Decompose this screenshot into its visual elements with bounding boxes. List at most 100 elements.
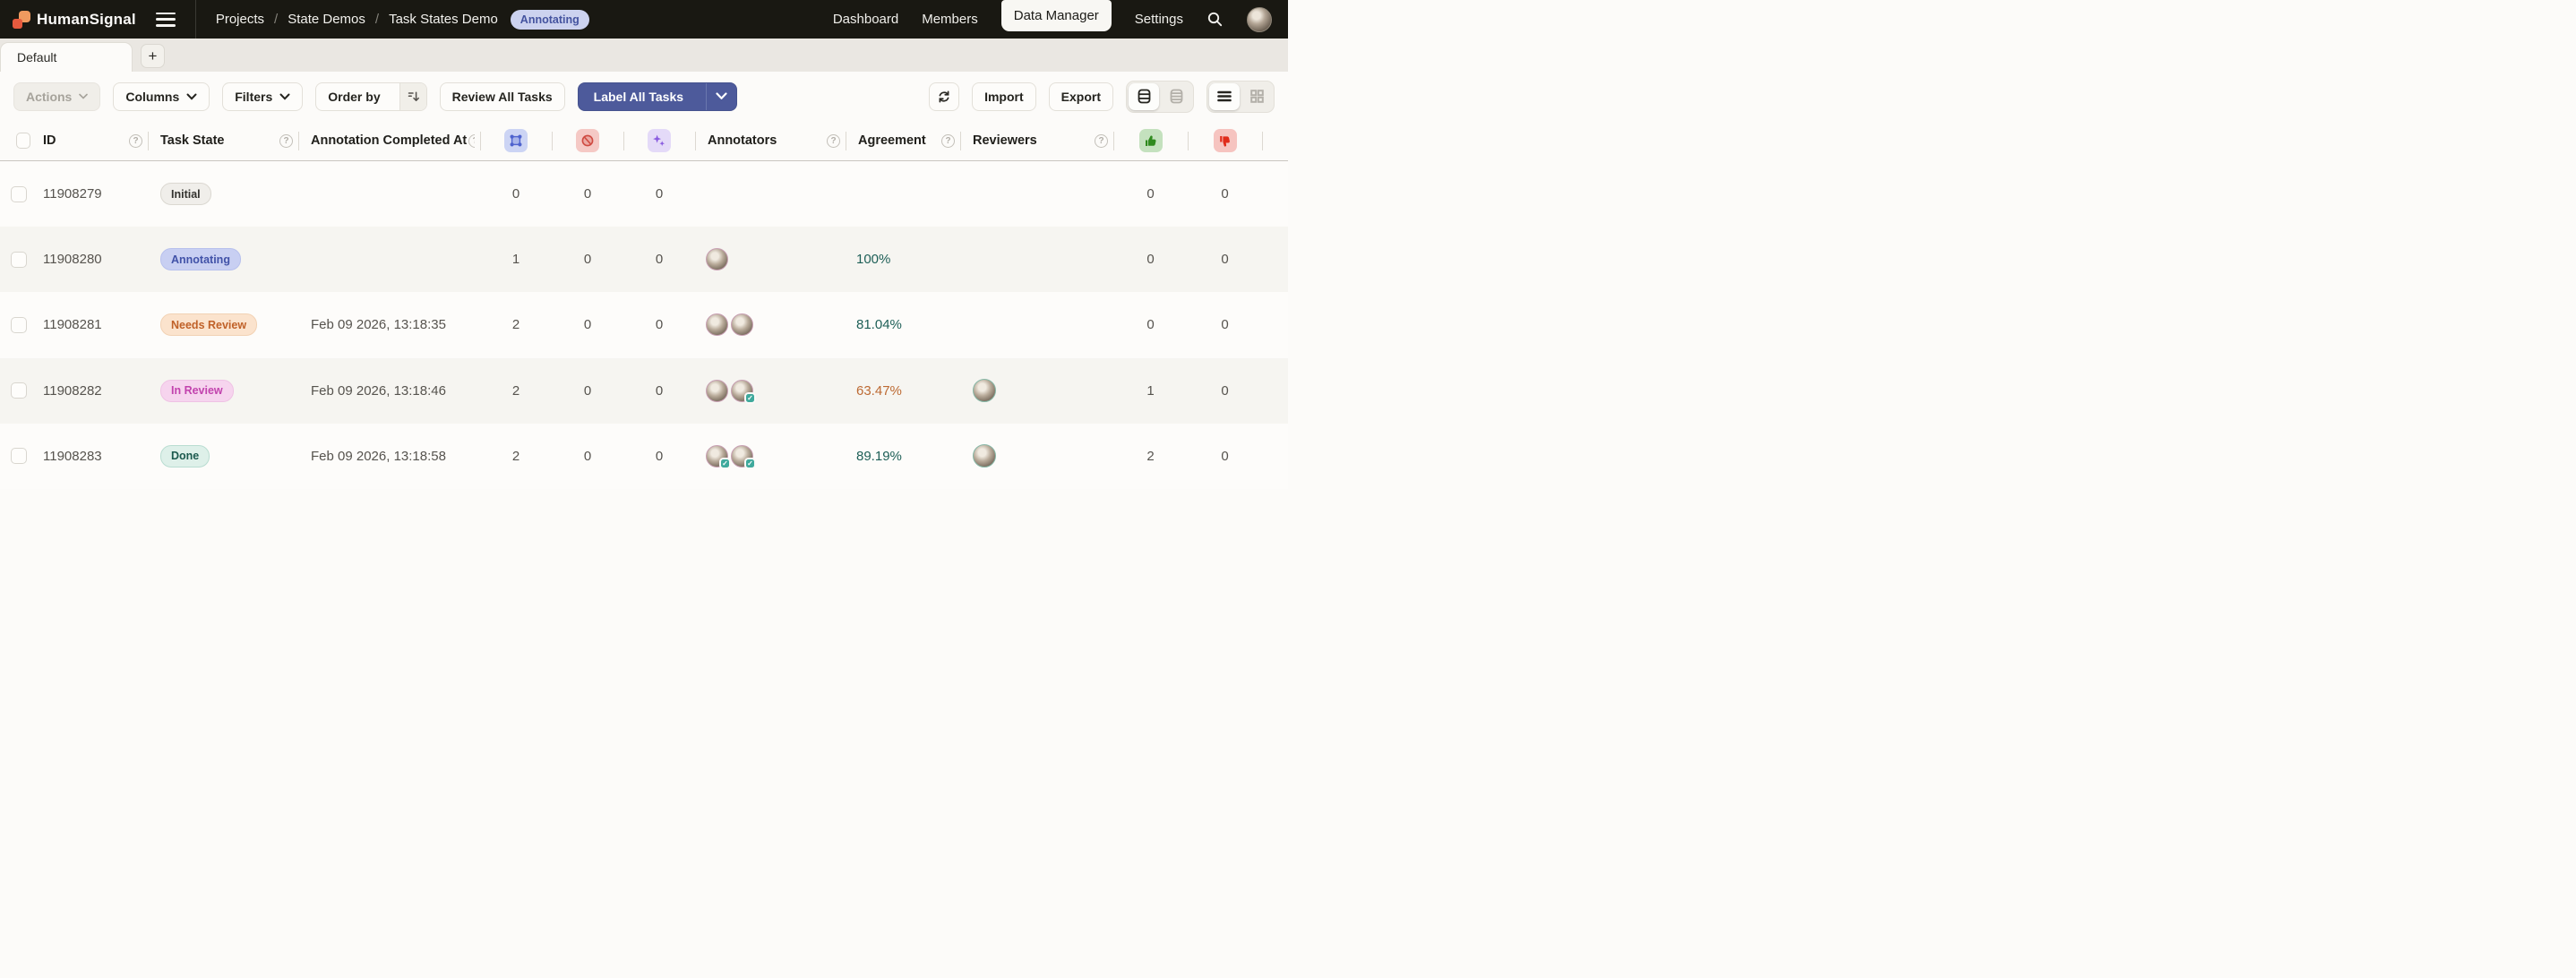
toolbar: Actions Columns Filters Order by Review …	[0, 72, 1288, 121]
annotators-cell	[695, 313, 846, 337]
import-button[interactable]: Import	[972, 82, 1036, 111]
table-row[interactable]: 11908281 Needs Review Feb 09 2026, 13:18…	[0, 292, 1288, 358]
task-id: 11908282	[43, 382, 102, 399]
row-checkbox[interactable]	[11, 251, 27, 268]
col-skipped[interactable]	[552, 121, 623, 160]
row-checkbox[interactable]	[11, 185, 27, 202]
row-checkbox[interactable]	[11, 316, 27, 333]
nav-members[interactable]: Members	[922, 12, 978, 27]
annotations-count: 2	[511, 448, 520, 464]
accepted-count: 2	[1146, 448, 1155, 464]
filters-button[interactable]: Filters	[222, 82, 304, 111]
annotations-count: 1	[511, 252, 520, 268]
row-height-comfort-icon[interactable]	[1129, 82, 1159, 110]
col-reviewers[interactable]: Reviewers?	[960, 121, 1113, 160]
table-row[interactable]: 11908280 Annotating 1 0 0 100% 0 0	[0, 227, 1288, 293]
predictions-count: 0	[655, 252, 664, 268]
annotator-avatar[interactable]	[706, 379, 728, 402]
rejected-count: 0	[1221, 252, 1229, 268]
order-by-label: Order by	[328, 89, 381, 104]
list-view-icon[interactable]	[1209, 82, 1240, 110]
add-tab-button[interactable]: +	[141, 44, 165, 68]
order-by-button[interactable]: Order by	[315, 82, 427, 111]
nav-dashboard[interactable]: Dashboard	[833, 12, 898, 27]
col-predictions[interactable]	[623, 121, 695, 160]
help-icon[interactable]: ?	[279, 133, 293, 148]
sort-icon[interactable]	[399, 82, 426, 110]
view-tab-strip: Default +	[0, 39, 1288, 72]
grid-view-icon[interactable]	[1241, 83, 1272, 110]
annotations-count: 0	[511, 186, 520, 202]
skipped-count: 0	[583, 382, 592, 399]
agreement-value: 63.47%	[856, 382, 902, 399]
col-annotators[interactable]: Annotators?	[695, 121, 846, 160]
label-all-tasks-button[interactable]: Label All Tasks	[577, 82, 738, 111]
help-icon[interactable]: ?	[1095, 133, 1108, 148]
plus-icon: +	[148, 47, 158, 64]
breadcrumb-projects[interactable]: Projects	[216, 12, 264, 27]
row-checkbox[interactable]	[11, 382, 27, 399]
export-button[interactable]: Export	[1048, 82, 1113, 111]
verified-check-icon: ✓	[744, 391, 756, 404]
user-avatar[interactable]	[1247, 6, 1272, 32]
table-row[interactable]: 11908283 Done Feb 09 2026, 13:18:58 2 0 …	[0, 423, 1288, 489]
nav-data-manager[interactable]: Data Manager	[1000, 0, 1112, 31]
refresh-button[interactable]	[929, 82, 960, 111]
col-id[interactable]: ID?	[36, 121, 148, 160]
col-rejected[interactable]	[1188, 121, 1262, 160]
annotators-cell	[695, 248, 846, 271]
bounding-box-icon	[504, 129, 528, 152]
col-completed-at-label: Annotation Completed At	[311, 133, 468, 148]
nav-settings[interactable]: Settings	[1135, 12, 1183, 27]
col-annotations[interactable]	[480, 121, 552, 160]
annotator-avatar[interactable]	[731, 313, 753, 337]
annotations-count: 2	[511, 382, 520, 399]
columns-button[interactable]: Columns	[113, 82, 210, 111]
hamburger-menu-icon[interactable]	[155, 12, 176, 27]
rejected-count: 0	[1221, 448, 1229, 464]
chevron-down-icon	[186, 93, 197, 100]
breadcrumb-separator: /	[374, 12, 380, 27]
annotator-avatar[interactable]: ✓	[731, 379, 756, 404]
col-accepted[interactable]	[1113, 121, 1188, 160]
annotators-cell: ✓ ✓	[695, 444, 846, 469]
actions-button[interactable]: Actions	[13, 82, 101, 111]
annotator-avatar[interactable]	[706, 248, 728, 271]
humansignal-logo[interactable]: HumanSignal	[13, 10, 136, 29]
annotator-avatar[interactable]: ✓	[731, 444, 756, 469]
reviewers-cell	[960, 379, 1113, 403]
row-height-compact-icon[interactable]	[1161, 83, 1191, 110]
tab-default[interactable]: Default	[0, 42, 133, 72]
col-agreement[interactable]: Agreement?	[846, 121, 960, 160]
annotator-avatar[interactable]	[706, 313, 728, 337]
select-all-checkbox[interactable]	[16, 133, 30, 149]
import-label: Import	[984, 89, 1024, 104]
review-all-tasks-button[interactable]: Review All Tasks	[439, 82, 565, 111]
header-divider	[194, 0, 196, 39]
agreement-value: 100%	[856, 252, 891, 268]
task-id: 11908279	[43, 186, 102, 202]
col-completed-at[interactable]: Annotation Completed At?	[298, 121, 480, 160]
col-task-state[interactable]: Task State?	[148, 121, 298, 160]
chevron-down-icon	[79, 93, 89, 99]
annotations-count: 2	[511, 317, 520, 333]
agreement-value: 89.19%	[856, 448, 902, 464]
predictions-count: 0	[655, 186, 664, 202]
reviewer-avatar[interactable]	[973, 444, 996, 468]
help-icon[interactable]: ?	[827, 133, 840, 148]
breadcrumb-project[interactable]: Task States Demo	[389, 12, 498, 27]
help-icon[interactable]: ?	[129, 133, 142, 148]
col-id-label: ID	[43, 133, 56, 148]
table-row[interactable]: 11908282 In Review Feb 09 2026, 13:18:46…	[0, 357, 1288, 424]
col-spare	[1262, 121, 1288, 160]
help-icon[interactable]: ?	[941, 133, 955, 148]
breadcrumb-workspace[interactable]: State Demos	[288, 12, 365, 27]
table-row[interactable]: 11908279 Initial 0 0 0 0 0	[0, 161, 1288, 227]
row-checkbox[interactable]	[11, 448, 27, 465]
reviewer-avatar[interactable]	[973, 379, 996, 403]
logo-text: HumanSignal	[37, 10, 136, 28]
search-icon[interactable]	[1206, 11, 1224, 28]
chevron-down-icon[interactable]	[706, 82, 737, 110]
col-task-state-label: Task State	[160, 133, 225, 148]
annotator-avatar[interactable]: ✓	[706, 444, 731, 469]
